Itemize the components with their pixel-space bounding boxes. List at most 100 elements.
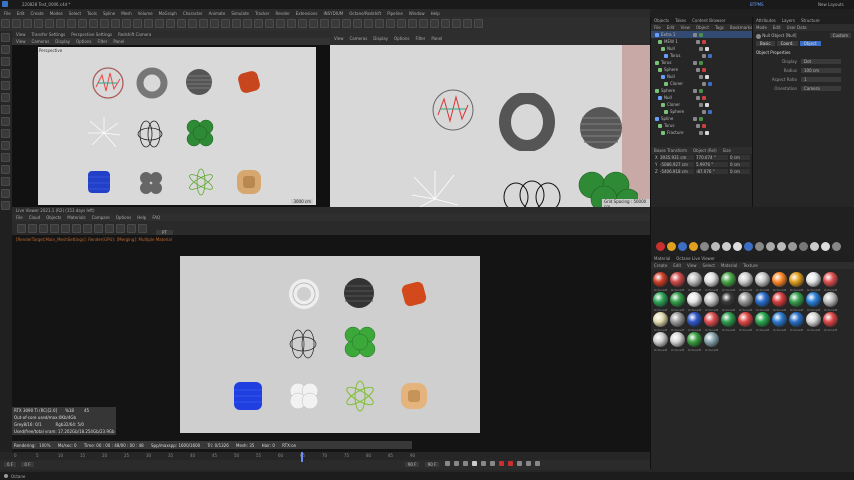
menu-item-17[interactable]: Octane/Redshift <box>349 11 381 16</box>
coordinate-rotation[interactable]: -87.076 ° <box>696 169 728 174</box>
objects-menu-item-2[interactable]: View <box>680 25 690 30</box>
octane-tool-icon[interactable] <box>832 242 841 251</box>
objects-tab-1[interactable]: Takes <box>675 18 686 23</box>
live-viewer-tool-icon[interactable] <box>61 224 70 233</box>
material-swatch[interactable]: OctaneM <box>652 271 669 292</box>
viewport-right-menu-item-3[interactable]: Options <box>394 36 409 41</box>
toolbar-button-icon[interactable] <box>419 19 428 28</box>
viewport-left-menu-item-4[interactable]: Filter <box>97 39 107 44</box>
attributes-subtab-0[interactable]: Basic <box>756 41 775 46</box>
mode-button-icon[interactable] <box>1 81 10 90</box>
transport-button-icon[interactable] <box>444 461 450 466</box>
toolbar-button-icon[interactable] <box>122 19 131 28</box>
material-swatch[interactable]: OctaneM <box>703 271 720 292</box>
material-swatch[interactable]: OctaneM <box>669 331 686 352</box>
material-swatch[interactable]: OctaneM <box>805 271 822 292</box>
check-icon[interactable] <box>699 32 703 37</box>
object-row[interactable]: Sphere <box>651 66 752 73</box>
octane-tool-icon[interactable] <box>711 242 720 251</box>
live-viewer-tool-icon[interactable] <box>50 224 59 233</box>
visibility-icon[interactable] <box>696 95 700 100</box>
mode-button-icon[interactable] <box>1 189 10 198</box>
transport-button-icon[interactable] <box>498 461 504 466</box>
toolbar-button-icon[interactable] <box>320 19 329 28</box>
attributes-tab-1[interactable]: Layers <box>782 18 795 23</box>
material-swatch[interactable]: OctaneM <box>652 331 669 352</box>
menu-item-6[interactable]: Spline <box>103 11 115 16</box>
coordinate-position[interactable]: -5086.927 cm <box>660 162 694 167</box>
material-swatch[interactable]: OctaneM <box>822 271 839 292</box>
mode-button-icon[interactable] <box>1 129 10 138</box>
menu-item-7[interactable]: Mesh <box>121 11 132 16</box>
attributes-tab-2[interactable]: Structure <box>801 18 820 23</box>
objects-tab-2[interactable]: Content Browser <box>692 18 725 23</box>
mode-button-icon[interactable] <box>1 177 10 186</box>
blue-cube-object[interactable] <box>86 167 112 197</box>
viewport-left-tab-1[interactable]: Transfer Settings <box>32 32 66 37</box>
coordinate-rotation[interactable]: 5.9976 ° <box>696 162 728 167</box>
material-swatch[interactable]: OctaneM <box>703 311 720 332</box>
visibility-icon[interactable] <box>693 60 697 65</box>
tan-rounded-object[interactable] <box>234 167 264 197</box>
toolbar-button-icon[interactable] <box>287 19 296 28</box>
live-viewer-menu-item-7[interactable]: FAQ <box>152 215 160 220</box>
octane-tool-icon[interactable] <box>678 242 687 251</box>
attributes-menu-item-2[interactable]: User Data <box>787 25 807 30</box>
transport-button-icon[interactable] <box>525 461 531 466</box>
menu-item-4[interactable]: Select <box>69 11 81 16</box>
objects-tab-0[interactable]: Objects <box>654 18 669 23</box>
mode-button-icon[interactable] <box>1 93 10 102</box>
object-row[interactable]: Spline <box>651 115 752 122</box>
live-viewer-tool-icon[interactable] <box>28 224 37 233</box>
striped-sphere-object[interactable] <box>184 67 214 97</box>
toolbar-button-icon[interactable] <box>364 19 373 28</box>
viewport-left-menu-item-2[interactable]: Display <box>55 39 70 44</box>
object-row[interactable]: Sphere <box>651 108 752 115</box>
octane-tool-icon[interactable] <box>722 242 731 251</box>
object-row[interactable]: MEW 1 <box>651 38 752 45</box>
toolbar-button-icon[interactable] <box>89 19 98 28</box>
scene-canvas-right[interactable]: Grid Spacing : 50000 cm <box>330 45 650 209</box>
coordinate-position[interactable]: -5406.918 cm <box>660 169 694 174</box>
toolbar-button-icon[interactable] <box>166 19 175 28</box>
viewport-right-menu-item-0[interactable]: View <box>334 36 344 41</box>
objects-menu-item-3[interactable]: Object <box>696 25 709 30</box>
coordinate-position[interactable]: 3935.931 cm <box>660 155 694 160</box>
check-icon[interactable] <box>708 53 712 58</box>
material-swatch[interactable]: OctaneM <box>754 271 771 292</box>
viewport-left-menu-item-5[interactable]: Panel <box>113 39 124 44</box>
material-swatch[interactable]: OctaneM <box>771 271 788 292</box>
menu-item-12[interactable]: Simulate <box>231 11 249 16</box>
spike-burst-object-right[interactable] <box>410 169 460 207</box>
attributes-subtab-1[interactable]: Coord. <box>776 41 798 46</box>
visibility-icon[interactable] <box>693 88 697 93</box>
toolbar-button-icon[interactable] <box>452 19 461 28</box>
objects-menu-item-4[interactable]: Tags <box>715 25 724 30</box>
live-viewer-menu-item-5[interactable]: Options <box>116 215 131 220</box>
material-menu-item-3[interactable]: Select <box>703 263 715 268</box>
mode-button-icon[interactable] <box>1 201 10 210</box>
toolbar-button-icon[interactable] <box>133 19 142 28</box>
object-row[interactable]: Extra 1 <box>651 31 752 38</box>
property-value[interactable]: Dot <box>801 59 841 64</box>
attributes-subtab-2[interactable]: Object <box>799 41 821 46</box>
toolbar-button-icon[interactable] <box>408 19 417 28</box>
material-tab-1[interactable]: Octane Live Viewer <box>676 256 715 261</box>
layout-label[interactable]: BTPMS <box>750 2 764 7</box>
coordinate-size[interactable]: 0 cm <box>730 169 750 174</box>
material-swatch[interactable]: OctaneM <box>805 311 822 332</box>
live-viewer-menu-item-4[interactable]: Compare <box>92 215 110 220</box>
object-row[interactable]: Torus <box>651 52 752 59</box>
check-icon[interactable] <box>699 60 703 65</box>
material-swatch[interactable]: OctaneM <box>805 291 822 312</box>
material-swatch[interactable]: OctaneM <box>652 311 669 332</box>
object-row[interactable]: Torus <box>651 59 752 66</box>
object-row[interactable]: Null <box>651 45 752 52</box>
toolbar-button-icon[interactable] <box>111 19 120 28</box>
timeline-end-preview[interactable]: 90 F <box>424 462 440 467</box>
live-viewer-menu-item-3[interactable]: Materials <box>67 215 85 220</box>
menu-item-20[interactable]: Help <box>431 11 440 16</box>
visibility-icon[interactable] <box>702 109 706 114</box>
toolbar-button-icon[interactable] <box>430 19 439 28</box>
viewport-right-menu-item-4[interactable]: Filter <box>415 36 425 41</box>
